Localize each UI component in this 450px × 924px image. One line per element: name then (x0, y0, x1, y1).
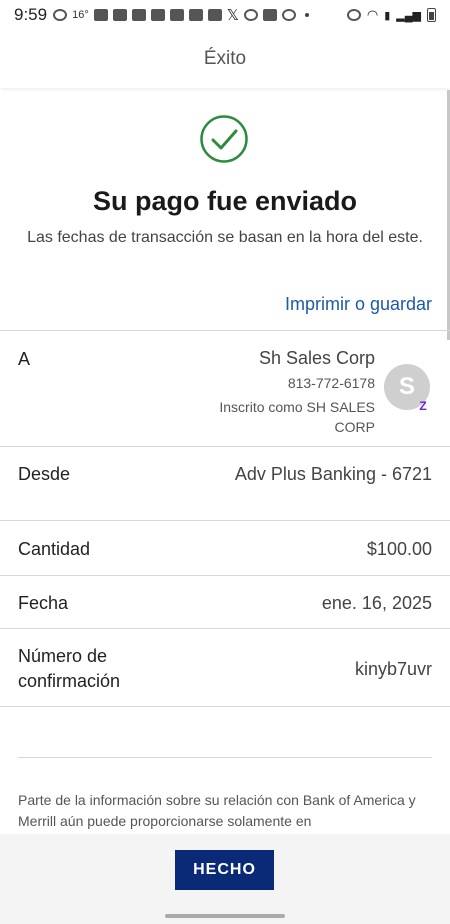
date-label: Fecha (18, 593, 69, 613)
notification-icons: 16° 𝕏 (53, 6, 313, 24)
header: Éxito (0, 30, 450, 88)
payee-row: A Sh Sales Corp 813-772-6178 Inscrito co… (0, 330, 450, 446)
success-subtitle: Las fechas de transacción se basan en la… (27, 229, 423, 246)
payee-enrolled-name: Inscrito como SH SALES CORP (219, 399, 375, 435)
from-account-row: Desde Adv Plus Banking - 6721 (0, 446, 450, 520)
wifi-icon: ◠ (366, 7, 379, 22)
mail-icon (188, 9, 203, 21)
x-icon: 𝕏 (226, 7, 239, 24)
checkmark-circle-icon (200, 115, 248, 163)
confirmation-row: Número de confirmación kinyb7uvr (0, 628, 450, 707)
status-bar: 9:59 16° 𝕏 ◠ ▮ ▂▄▆ (0, 0, 450, 30)
signal-icon: ▮ (384, 9, 391, 22)
payee-phone: 813-772-6178 (287, 375, 375, 391)
footer: HECHO (0, 834, 450, 924)
disclaimer-text: Parte de la información sobre su relació… (18, 792, 416, 829)
bell-icon (112, 9, 127, 21)
payee-label: A (18, 349, 31, 369)
home-indicator[interactable] (165, 914, 285, 918)
alarm-icon (346, 9, 361, 21)
notification-icon (53, 9, 68, 21)
weather-temp: 16° (72, 9, 89, 21)
payee-name: Sh Sales Corp (258, 348, 375, 368)
amount-value: $100.00 (366, 539, 432, 559)
confirmation-label: Número de confirmación (18, 646, 121, 691)
youtube-icon (150, 9, 165, 21)
signal-bars-icon: ▂▄▆ (396, 9, 421, 22)
youtube-icon (262, 9, 277, 21)
instagram-icon (281, 9, 296, 21)
amount-label: Cantidad (18, 539, 91, 559)
youtube-icon (93, 9, 108, 21)
amount-row: Cantidad $100.00 (0, 520, 450, 575)
battery-icon (427, 8, 436, 22)
system-icons: ◠ ▮ ▂▄▆ (346, 7, 436, 23)
confirmation-value: kinyb7uvr (354, 659, 432, 679)
instagram-icon (243, 9, 258, 21)
app-icon (169, 9, 184, 21)
more-notifications-icon (304, 13, 309, 17)
zelle-icon: Z (419, 399, 427, 413)
avatar-letter: S (398, 373, 415, 400)
divider (18, 757, 432, 758)
from-label: Desde (18, 464, 71, 484)
done-button[interactable]: HECHO (175, 850, 274, 890)
date-value: ene. 16, 2025 (321, 593, 432, 613)
app-icon (207, 9, 222, 21)
print-or-save-link[interactable]: Imprimir o guardar (285, 294, 432, 315)
youtube-icon (131, 9, 146, 21)
date-row: Fecha ene. 16, 2025 (0, 575, 450, 628)
success-title: Su pago fue enviado (92, 186, 358, 216)
page-title: Éxito (203, 48, 247, 69)
from-account-value: Adv Plus Banking - 6721 (234, 464, 432, 484)
status-time: 9:59 (14, 5, 48, 24)
